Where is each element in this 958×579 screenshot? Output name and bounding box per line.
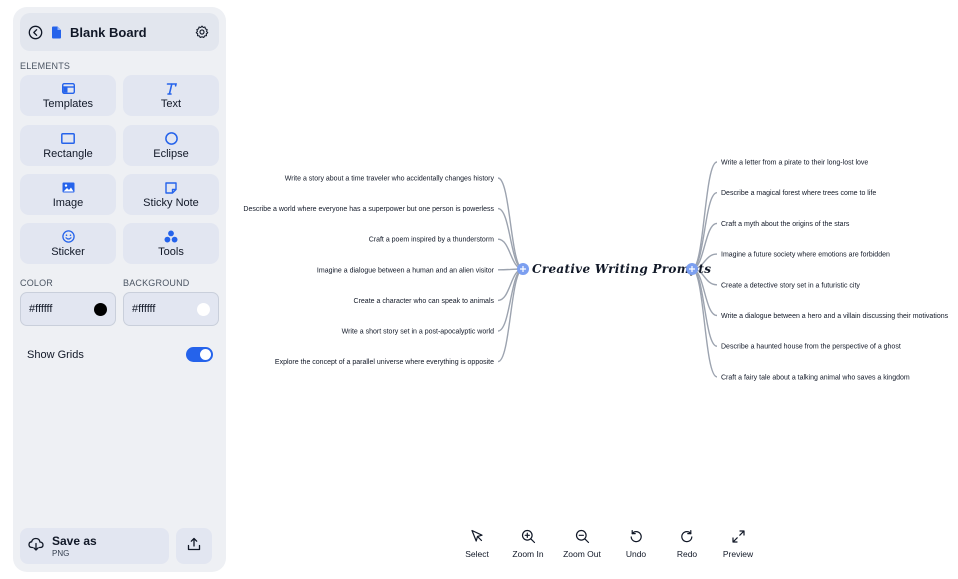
sticky-note-label: Sticky Note — [143, 196, 199, 209]
background-section-label: BACKGROUND — [123, 278, 190, 288]
cursor-icon — [470, 528, 484, 544]
upload-icon — [187, 537, 201, 556]
show-grids-row: Show Grids — [27, 347, 213, 362]
mind-map-node[interactable]: Write a letter from a pirate to their lo… — [721, 160, 868, 167]
color-section-label: COLOR — [20, 278, 54, 288]
eclipse-label: Eclipse — [153, 147, 189, 160]
color-hex-value: #ffffff — [29, 303, 53, 315]
layout-icon — [61, 82, 75, 96]
redo-tool[interactable]: Redo — [662, 528, 712, 559]
image-button[interactable]: Image — [20, 174, 116, 215]
branch-line — [691, 161, 718, 270]
document-icon — [51, 26, 62, 39]
export-button[interactable] — [176, 528, 212, 564]
mind-map-node[interactable]: Describe a magical forest where trees co… — [721, 190, 876, 197]
image-icon — [62, 181, 75, 195]
sticker-button[interactable]: Sticker — [20, 223, 116, 264]
zoom-in-label: Zoom In — [512, 549, 544, 559]
toggle-knob — [200, 349, 211, 360]
mind-map-node[interactable]: Create a character who can speak to anim… — [354, 298, 495, 305]
mind-map-node[interactable]: Create a detective story set in a futuri… — [721, 282, 860, 289]
select-tool[interactable]: Select — [452, 528, 502, 559]
board-header: Blank Board — [20, 13, 219, 51]
tools-icon — [164, 230, 178, 244]
mind-map-node[interactable]: Craft a fairy tale about a talking anima… — [721, 374, 910, 381]
mind-map-node[interactable]: Describe a world where everyone has a su… — [243, 206, 494, 213]
rectangle-label: Rectangle — [43, 147, 93, 160]
sidebar: Blank Board ELEMENTS Templates Text Rect… — [13, 7, 226, 572]
mind-map-node[interactable]: Write a short story set in a post-apocal… — [342, 329, 494, 336]
mind-map-node[interactable]: Imagine a future society where emotions … — [721, 252, 890, 259]
mind-map-node[interactable]: Imagine a dialogue between a human and a… — [317, 267, 495, 274]
mind-map-node[interactable]: Write a dialogue between a hero and a vi… — [721, 313, 949, 320]
zoom-out-tool[interactable]: Zoom Out — [554, 528, 610, 559]
board-canvas[interactable]: Write a story about a time traveler who … — [226, 0, 958, 579]
elements-section-label: ELEMENTS — [20, 61, 71, 71]
rectangle-button[interactable]: Rectangle — [20, 125, 116, 166]
redo-label: Redo — [676, 549, 698, 559]
show-grids-toggle[interactable] — [186, 347, 213, 362]
sticker-label: Sticker — [51, 245, 85, 258]
zoom-in-tool[interactable]: Zoom In — [503, 528, 553, 559]
circle-icon — [164, 132, 178, 146]
cloud-download-icon — [28, 537, 44, 556]
templates-label: Templates — [42, 97, 94, 110]
mind-map-title[interactable]: Creative Writing Prompts — [532, 262, 711, 276]
branch-line — [691, 268, 718, 378]
mind-map-node[interactable]: Explore the concept of a parallel univer… — [275, 359, 494, 366]
back-icon[interactable] — [28, 25, 43, 40]
templates-button[interactable]: Templates — [20, 75, 116, 116]
sticky-note-icon — [165, 181, 177, 195]
select-label: Select — [465, 549, 489, 559]
background-hex-value: #ffffff — [132, 303, 156, 315]
eclipse-button[interactable]: Eclipse — [123, 125, 219, 166]
mind-map-node[interactable]: Write a story about a time traveler who … — [285, 176, 495, 183]
text-label: Text — [160, 97, 182, 110]
text-button[interactable]: Text — [123, 75, 219, 116]
redo-icon — [680, 528, 694, 544]
color-field[interactable]: #ffffff — [20, 292, 116, 326]
branch-line — [691, 192, 718, 270]
color-swatch[interactable] — [94, 302, 107, 316]
show-grids-label: Show Grids — [27, 348, 84, 361]
app: Blank Board ELEMENTS Templates Text Rect… — [0, 0, 958, 579]
text-icon — [165, 82, 177, 96]
right-branches: Write a letter from a pirate to their lo… — [691, 160, 949, 381]
preview-tool[interactable]: Preview — [713, 528, 763, 559]
mind-map-node[interactable]: Craft a poem inspired by a thunderstorm — [369, 237, 494, 244]
undo-icon — [629, 528, 643, 544]
save-as-label: Save as — [52, 534, 97, 548]
zoom-out-label: Zoom Out — [563, 549, 601, 559]
settings-gear-icon[interactable] — [195, 25, 209, 39]
preview-label: Preview — [722, 549, 754, 559]
zoom-in-icon — [521, 528, 536, 544]
branch-line — [497, 207, 524, 270]
save-format-label: PNG — [52, 549, 70, 558]
tools-button[interactable]: Tools — [123, 223, 219, 264]
mind-map: Write a story about a time traveler who … — [243, 160, 949, 382]
background-field[interactable]: #ffffff — [123, 292, 219, 326]
undo-tool[interactable]: Undo — [611, 528, 661, 559]
branch-line — [691, 268, 718, 347]
mind-map-node[interactable]: Describe a haunted house from the perspe… — [721, 344, 901, 351]
left-expand-node[interactable] — [517, 263, 529, 275]
save-as-button[interactable]: Save as PNG — [20, 528, 169, 564]
undo-label: Undo — [625, 549, 647, 559]
background-swatch[interactable] — [197, 302, 210, 316]
mind-map-node[interactable]: Craft a myth about the origins of the st… — [721, 221, 850, 228]
image-label: Image — [52, 196, 84, 209]
rectangle-icon — [61, 132, 75, 146]
sticky-note-button[interactable]: Sticky Note — [123, 174, 219, 215]
bottom-toolbar: Select Zoom In Zoom Out Undo Redo Previe… — [452, 528, 764, 559]
right-expand-node[interactable] — [686, 263, 698, 275]
expand-icon — [731, 528, 745, 544]
zoom-out-icon — [575, 528, 590, 544]
tools-label: Tools — [158, 245, 184, 258]
board-title: Blank Board — [70, 24, 147, 40]
left-branches: Write a story about a time traveler who … — [243, 176, 524, 366]
smiley-icon — [61, 230, 75, 244]
